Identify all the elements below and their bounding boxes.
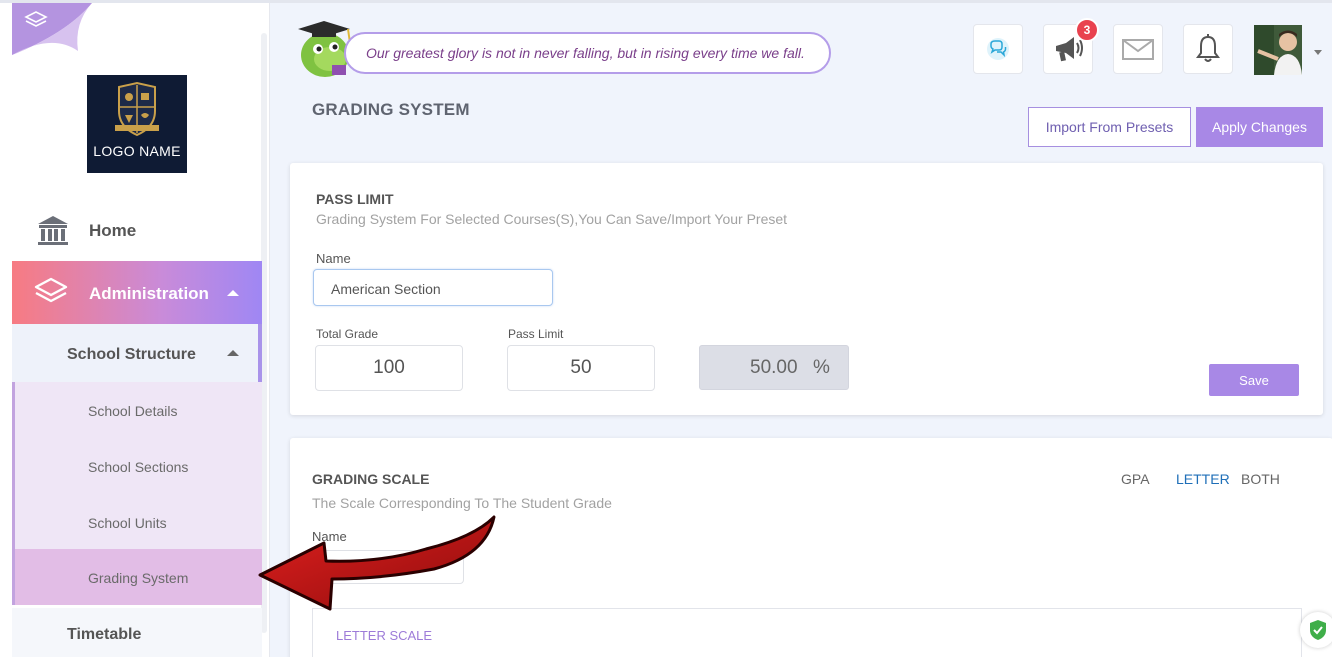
name-label: Name [312, 529, 347, 544]
pass-limit-label: Pass Limit [508, 327, 564, 341]
pass-limit-card: PASS LIMIT Grading System For Selected C… [290, 163, 1323, 415]
sidebar-item-label: School Structure [67, 346, 196, 363]
section-subtitle: The Scale Corresponding To The Student G… [312, 495, 612, 511]
caret-up-icon [227, 290, 239, 296]
sidebar-subitem-label: School Details [88, 403, 178, 419]
pass-percentage-readout: 50.00 % [699, 345, 849, 390]
logo-name: LOGO NAME [93, 143, 181, 159]
pass-limit-input[interactable]: 50 [507, 345, 655, 391]
sidebar-item-home[interactable]: Home [12, 206, 262, 256]
chevron-down-icon[interactable] [1314, 50, 1322, 55]
tab-letter[interactable]: LETTER [1176, 471, 1230, 487]
announcement-count-badge: 3 [1075, 18, 1099, 42]
sidebar-subitem-school-sections[interactable]: School Sections [12, 438, 262, 494]
sidebar-item-label: Administration [89, 284, 209, 303]
sidebar-subitem-grading-system[interactable]: Grading System [12, 549, 262, 605]
total-grade-input[interactable]: 100 [315, 345, 463, 391]
tab-gpa[interactable]: GPA [1121, 471, 1150, 487]
sidebar-subitem-school-details[interactable]: School Details [12, 382, 262, 438]
crest-icon [115, 81, 159, 137]
sidebar-item-timetable[interactable]: Timetable [12, 608, 262, 657]
bell-icon [1196, 34, 1220, 62]
envelope-icon [1122, 39, 1154, 60]
tab-both[interactable]: BOTH [1241, 471, 1280, 487]
page-title: GRADING SYSTEM [312, 100, 470, 119]
preset-name-input[interactable]: American Section [313, 269, 553, 306]
letter-scale-panel: LETTER SCALE [312, 608, 1302, 657]
messages-button[interactable] [1113, 24, 1163, 74]
grading-scale-card: GRADING SCALE The Scale Corresponding To… [290, 438, 1332, 657]
chat-button[interactable] [973, 24, 1023, 74]
sidebar-subitem-label: School Units [88, 515, 167, 531]
sidebar-item-school-structure[interactable]: School Structure [12, 324, 262, 382]
sidebar-item-label: Home [89, 221, 137, 240]
chat-bubbles-icon [987, 38, 1009, 60]
school-building-icon [38, 216, 68, 245]
caret-up-icon [227, 350, 239, 356]
name-label: Name [316, 251, 351, 266]
sidebar-corner-icon[interactable] [12, 3, 92, 55]
quote-text: Our greatest glory is not in never falli… [366, 45, 805, 61]
section-title: PASS LIMIT [316, 191, 394, 207]
scale-name-input[interactable] [312, 550, 464, 584]
percentage-value: 50.00 [750, 357, 798, 378]
layers-icon [34, 277, 68, 303]
sidebar-item-administration[interactable]: Administration [12, 261, 262, 324]
section-subtitle: Grading System For Selected Courses(S),Y… [316, 211, 788, 227]
save-button[interactable]: Save [1209, 364, 1299, 396]
apply-changes-button[interactable]: Apply Changes [1196, 107, 1323, 147]
letter-scale-title: LETTER SCALE [336, 628, 433, 643]
motivational-quote: Our greatest glory is not in never falli… [344, 32, 831, 74]
import-presets-button[interactable]: Import From Presets [1028, 107, 1191, 147]
user-avatar[interactable] [1254, 25, 1302, 75]
preset-name-value: American Section [331, 281, 441, 297]
section-title: GRADING SCALE [312, 471, 430, 487]
sidebar-item-label: Timetable [67, 626, 142, 643]
percentage-unit: % [813, 357, 830, 378]
sidebar-subitem-school-units[interactable]: School Units [12, 494, 262, 550]
security-shield-icon[interactable] [1300, 612, 1332, 648]
sidebar-subitem-label: Grading System [88, 570, 189, 586]
total-grade-label: Total Grade [316, 327, 379, 341]
shield-check-icon [1310, 620, 1326, 640]
notifications-button[interactable] [1183, 24, 1233, 74]
school-logo: LOGO NAME [87, 75, 187, 173]
sidebar-subitem-label: School Sections [88, 459, 189, 475]
sidebar: LOGO NAME Home Administration School Str… [0, 3, 270, 657]
